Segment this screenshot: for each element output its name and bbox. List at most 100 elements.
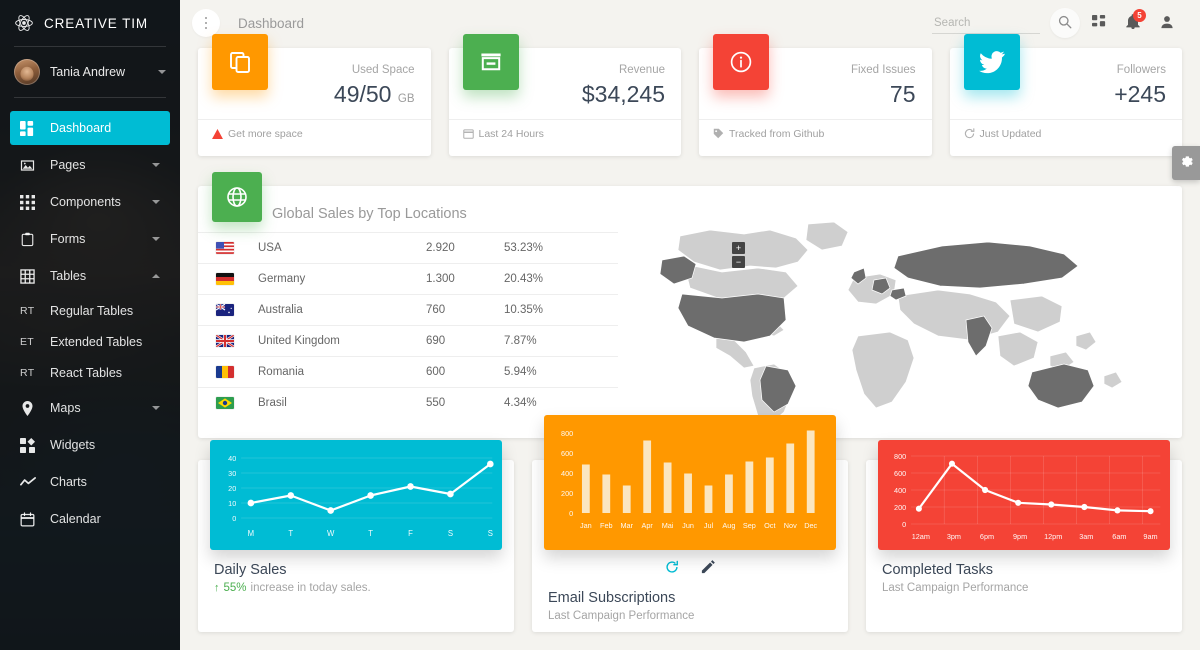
- dashboard-grid-button[interactable]: [1084, 8, 1114, 38]
- country-count: 2.920: [420, 233, 498, 264]
- notification-badge: 5: [1133, 9, 1146, 22]
- table-row[interactable]: USA 2.920 53.23%: [198, 233, 618, 264]
- sidebar-item-tables[interactable]: Tables: [10, 259, 170, 293]
- table-row[interactable]: Germany 1.300 20.43%: [198, 264, 618, 295]
- country-count: 1.300: [420, 264, 498, 295]
- sidebar-item-widgets[interactable]: Widgets: [10, 428, 170, 462]
- sidebar-item-label: Pages: [42, 158, 152, 172]
- svg-text:Mai: Mai: [662, 521, 674, 530]
- map-zoom-out-button[interactable]: −: [732, 256, 745, 268]
- sidebar-toggle-button[interactable]: [192, 9, 220, 37]
- completed-tasks-chart[interactable]: 8006004002000 12am3pm6pm9pm 12pm3am6am9a…: [878, 440, 1170, 550]
- sidebar-item-dashboard[interactable]: Dashboard: [10, 111, 170, 145]
- svg-text:800: 800: [561, 429, 573, 438]
- flag-de-icon: [216, 273, 234, 285]
- daily-sales-svg: 403020100 MTWT FSS: [210, 440, 502, 550]
- svg-text:200: 200: [561, 489, 573, 498]
- sidebar-item-charts[interactable]: Charts: [10, 465, 170, 499]
- stat-card-revenue: Revenue $34,245 Last 24 Hours: [449, 48, 682, 156]
- brand[interactable]: CREATIVE TIM: [0, 0, 180, 46]
- country-percent: 20.43%: [498, 264, 618, 295]
- svg-text:3am: 3am: [1079, 532, 1093, 541]
- svg-text:9pm: 9pm: [1013, 532, 1027, 541]
- sidebar-item-regular-tables[interactable]: RT Regular Tables: [10, 296, 170, 326]
- sidebar-item-react-tables[interactable]: RT React Tables: [10, 358, 170, 388]
- country-percent: 4.34%: [498, 388, 618, 419]
- stat-unit: GB: [398, 93, 415, 105]
- chart-subtitle-text: increase in today sales.: [251, 582, 371, 594]
- notifications-button[interactable]: 5: [1118, 8, 1148, 38]
- svg-text:0: 0: [902, 520, 906, 529]
- sidebar-item-maps[interactable]: Maps: [10, 391, 170, 425]
- chevron-down-icon[interactable]: [152, 200, 160, 204]
- table-row[interactable]: Australia 760 10.35%: [198, 295, 618, 326]
- sidebar-item-pages[interactable]: Pages: [10, 148, 170, 182]
- arrow-up-icon: ↑: [214, 582, 220, 594]
- calendar-icon: [20, 512, 42, 527]
- svg-text:Dec: Dec: [804, 521, 817, 530]
- table-row[interactable]: Romania 600 5.94%: [198, 357, 618, 388]
- sidebar-item-extended-tables[interactable]: ET Extended Tables: [10, 327, 170, 357]
- svg-text:40: 40: [228, 454, 236, 463]
- country-count: 760: [420, 295, 498, 326]
- map-zoom-in-button[interactable]: +: [732, 242, 745, 254]
- country-name: Germany: [252, 264, 420, 295]
- chevron-down-icon[interactable]: [152, 406, 160, 410]
- image-icon: [20, 158, 42, 173]
- search-input[interactable]: [932, 13, 1040, 34]
- svg-text:Mar: Mar: [620, 521, 633, 530]
- chevron-down-icon[interactable]: [152, 237, 160, 241]
- stat-footer-text: Just Updated: [980, 128, 1042, 140]
- search-button[interactable]: [1050, 8, 1080, 38]
- chevron-down-icon[interactable]: [152, 163, 160, 167]
- country-name: Brasil: [252, 388, 420, 419]
- profile-button[interactable]: [1152, 8, 1182, 38]
- flag-cell: [198, 357, 252, 388]
- refresh-icon[interactable]: [663, 558, 681, 576]
- chevron-up-icon[interactable]: [152, 274, 160, 278]
- table-row[interactable]: United Kingdom 690 7.87%: [198, 326, 618, 357]
- country-name: United Kingdom: [252, 326, 420, 357]
- chart-card-completed-tasks: 8006004002000 12am3pm6pm9pm 12pm3am6am9a…: [866, 460, 1182, 632]
- dot: [205, 17, 208, 20]
- svg-text:20: 20: [228, 484, 236, 493]
- email-subscriptions-chart[interactable]: 8006004002000: [544, 415, 836, 550]
- sidebar-item-forms[interactable]: Forms: [10, 222, 170, 256]
- settings-button[interactable]: [1172, 146, 1200, 180]
- stat-footer: Last 24 Hours: [449, 119, 682, 148]
- stat-footer[interactable]: Get more space: [198, 119, 431, 148]
- stat-card-used-space: Used Space 49/50 GB Get more space: [198, 48, 431, 156]
- svg-text:800: 800: [894, 452, 906, 461]
- svg-text:Apr: Apr: [641, 521, 653, 530]
- dashboard-app: CREATIVE TIM Tania Andrew Dashboard: [0, 0, 1200, 650]
- content: Used Space 49/50 GB Get more space: [180, 46, 1200, 632]
- sidebar-user[interactable]: Tania Andrew: [0, 47, 180, 97]
- svg-text:M: M: [248, 529, 254, 538]
- table-row[interactable]: Brasil 550 4.34%: [198, 388, 618, 419]
- edit-icon[interactable]: [699, 558, 717, 576]
- user-name: Tania Andrew: [50, 65, 148, 79]
- avatar: [14, 59, 40, 85]
- person-icon: [1160, 15, 1174, 32]
- chevron-down-icon[interactable]: [158, 70, 166, 74]
- twitter-icon: [964, 34, 1020, 90]
- global-sales-panel: Global Sales by Top Locations USA 2.: [198, 186, 1182, 438]
- flag-cell: [198, 233, 252, 264]
- svg-text:6am: 6am: [1112, 532, 1126, 541]
- svg-text:T: T: [288, 529, 293, 538]
- world-map[interactable]: [658, 216, 1138, 431]
- country-count: 600: [420, 357, 498, 388]
- country-percent: 5.94%: [498, 357, 618, 388]
- svg-text:S: S: [488, 529, 493, 538]
- daily-sales-chart[interactable]: 403020100 MTWT FSS: [210, 440, 502, 550]
- flag-cell: [198, 264, 252, 295]
- sidebar-item-components[interactable]: Components: [10, 185, 170, 219]
- sidebar-item-abbr: ET: [20, 336, 42, 348]
- map-zoom-controls: + −: [732, 242, 745, 270]
- sidebar-item-abbr: RT: [20, 367, 42, 379]
- globe-icon: [212, 172, 262, 222]
- sidebar-item-calendar[interactable]: Calendar: [10, 502, 170, 536]
- country-percent: 53.23%: [498, 233, 618, 264]
- stat-footer-text: Tracked from Github: [729, 128, 824, 140]
- chart-subtitle: ↑ 55% increase in today sales.: [214, 582, 498, 594]
